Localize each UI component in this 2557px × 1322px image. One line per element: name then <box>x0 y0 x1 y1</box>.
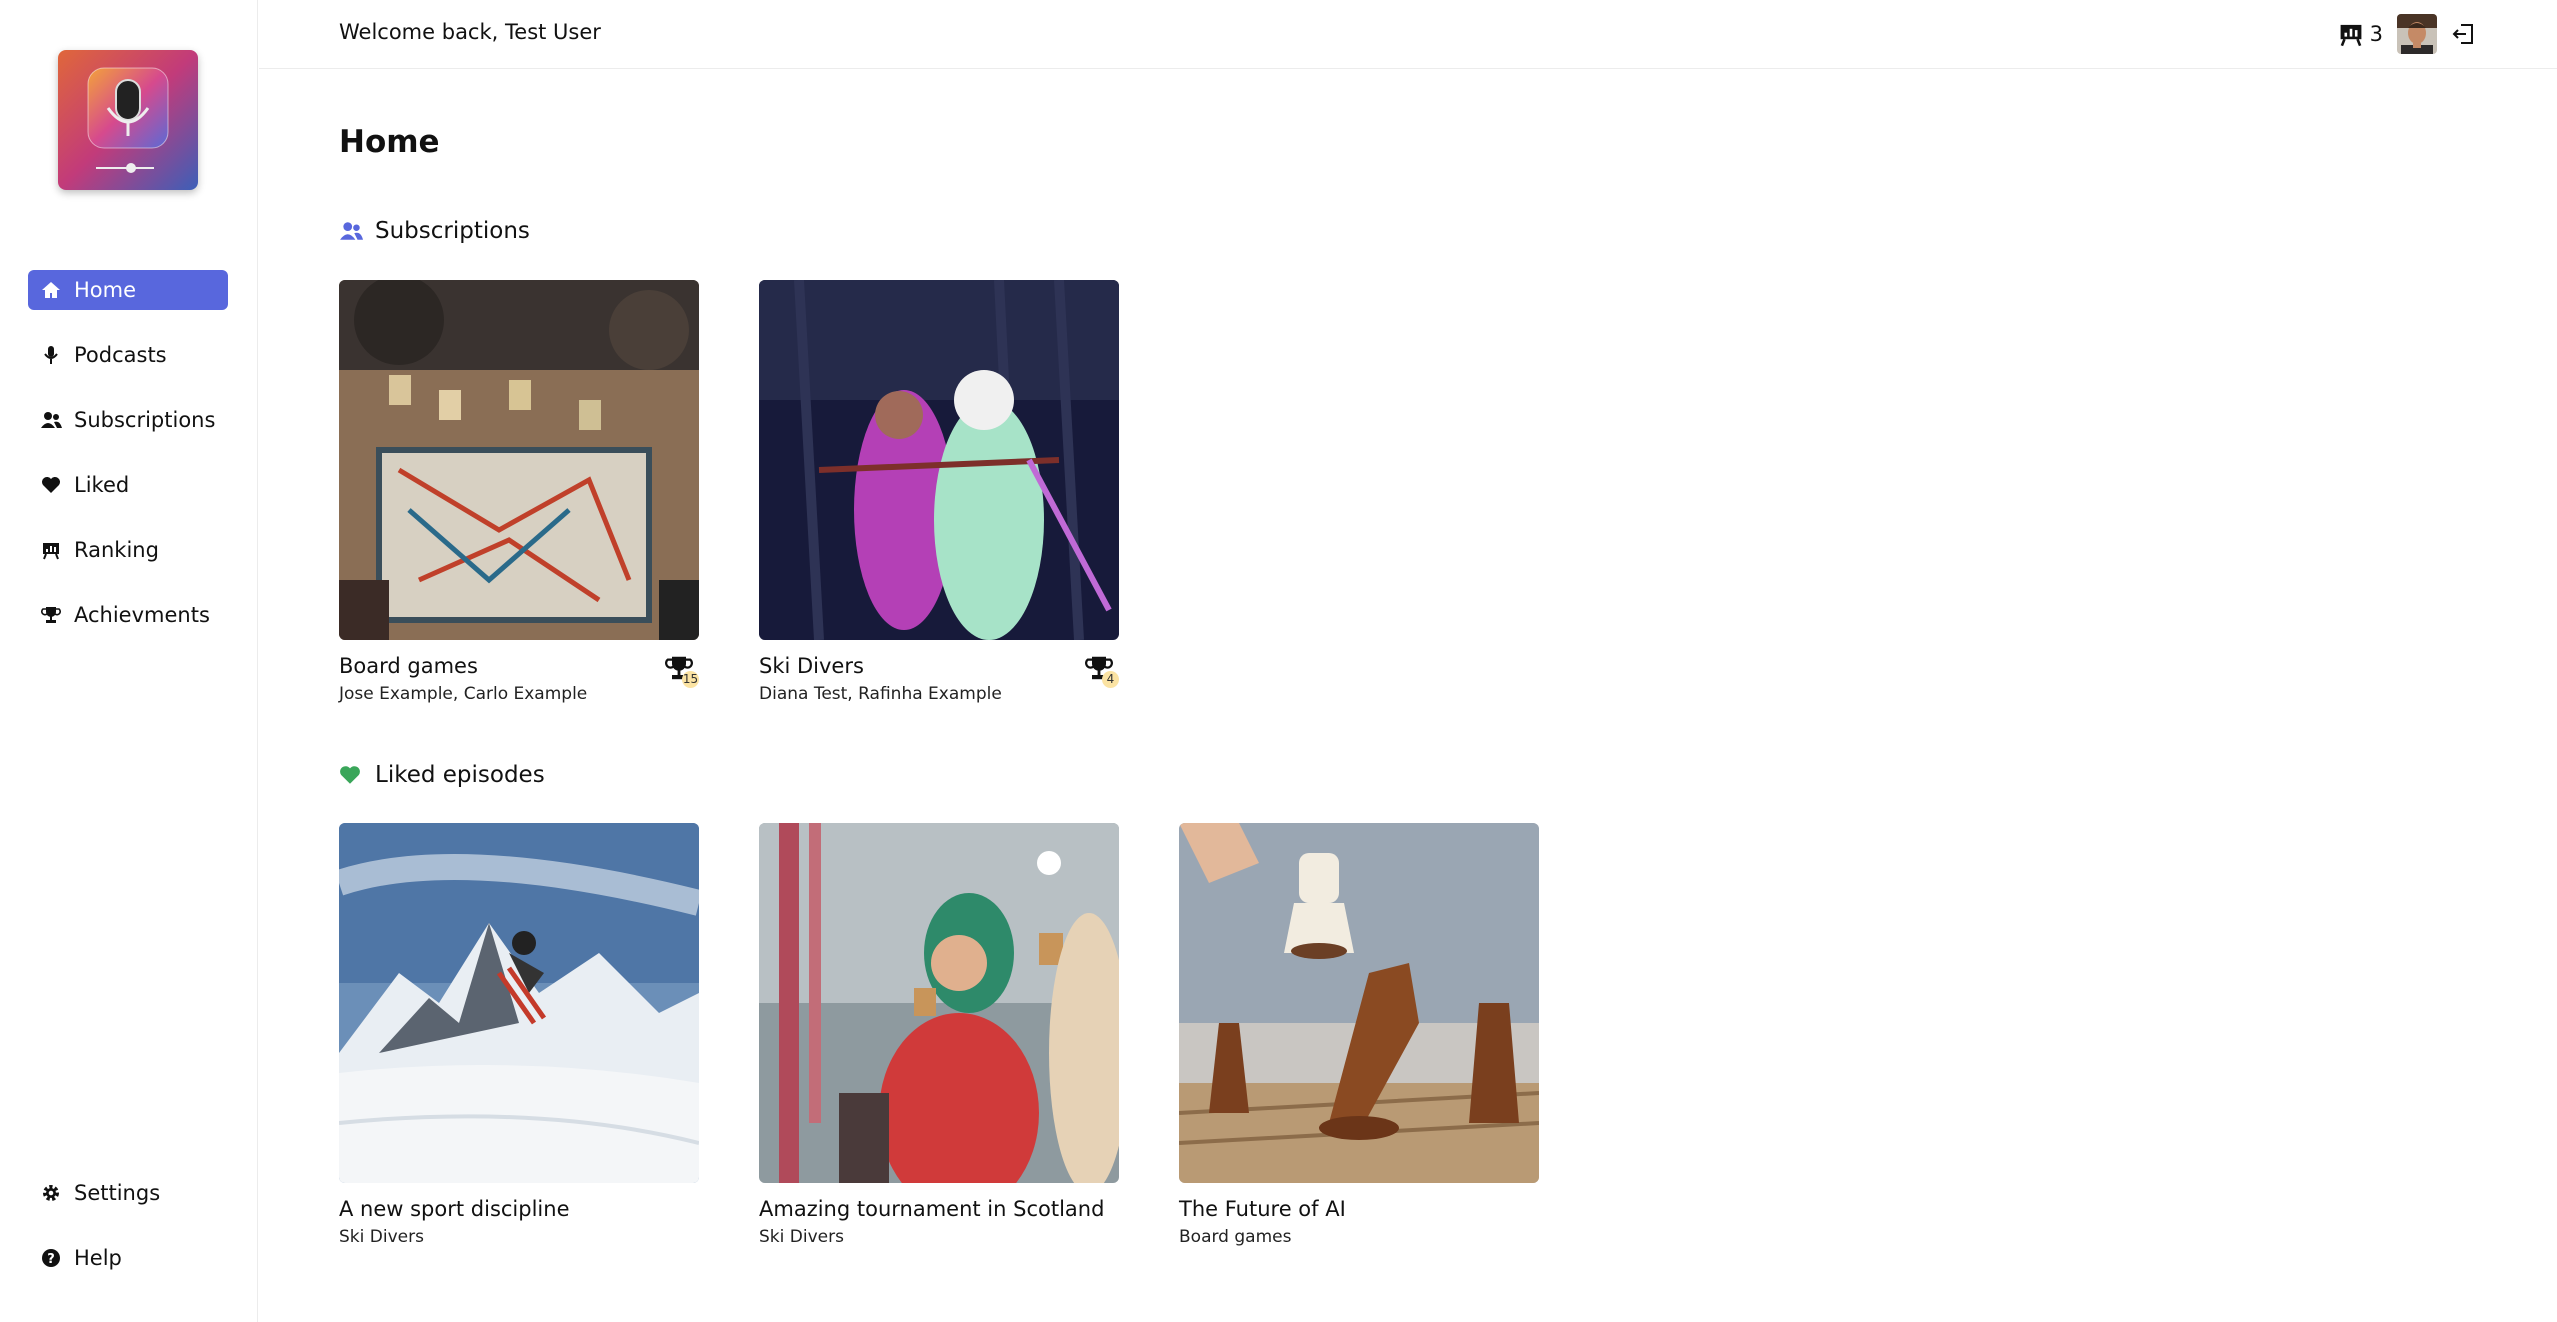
heart-icon <box>40 474 62 496</box>
card-title: The Future of AI <box>1179 1197 1346 1221</box>
heart-icon <box>339 764 363 786</box>
podcast-cover[interactable] <box>339 280 699 640</box>
trophy-badge: 4 <box>1085 654 1119 688</box>
sidebar-item-label: Ranking <box>74 538 159 562</box>
sidebar-item-podcasts[interactable]: Podcasts <box>28 335 228 375</box>
episode-card[interactable]: A new sport discipline Ski Divers <box>339 823 699 1247</box>
bottom-nav: Settings ? Help <box>28 1173 228 1303</box>
top-bar: Welcome back, Test User 3 <box>259 0 2557 69</box>
welcome-message: Welcome back, Test User <box>339 20 601 44</box>
sidebar-item-settings[interactable]: Settings <box>28 1173 228 1213</box>
main-nav: Home Podcasts Subscriptions Liked Rankin… <box>28 270 228 660</box>
page-title: Home <box>339 124 440 160</box>
card-subtitle: Ski Divers <box>339 1227 424 1247</box>
home-icon <box>40 279 62 301</box>
trophy-count: 4 <box>1102 671 1119 688</box>
logout-icon[interactable] <box>2451 21 2477 47</box>
users-icon <box>339 220 363 242</box>
sidebar-item-label: Achievments <box>74 603 210 627</box>
trophy-icon <box>40 604 62 626</box>
users-icon <box>40 409 62 431</box>
trophy-count: 15 <box>682 671 699 688</box>
app-logo[interactable] <box>58 50 198 190</box>
section-title: Liked episodes <box>375 762 545 788</box>
subscription-card[interactable]: Board games Jose Example, Carlo Example … <box>339 280 699 704</box>
episode-cover[interactable] <box>1179 823 1539 1183</box>
episode-card[interactable]: Amazing tournament in Scotland Ski Diver… <box>759 823 1119 1247</box>
card-subtitle: Jose Example, Carlo Example <box>339 684 588 704</box>
sidebar-item-label: Help <box>74 1246 122 1270</box>
microphone-icon <box>40 344 62 366</box>
card-title: A new sport discipline <box>339 1197 570 1221</box>
card-title: Ski Divers <box>759 654 864 678</box>
section-title: Subscriptions <box>375 218 530 244</box>
sidebar-item-home[interactable]: Home <box>28 270 228 310</box>
ranking-icon <box>40 539 62 561</box>
card-subtitle: Ski Divers <box>759 1227 844 1247</box>
rank-count: 3 <box>2369 22 2383 46</box>
sidebar-item-help[interactable]: ? Help <box>28 1238 228 1278</box>
welcome-prefix: Welcome back, <box>339 20 499 44</box>
ranking-indicator[interactable]: 3 <box>2338 21 2383 47</box>
sidebar-item-label: Home <box>74 278 137 302</box>
sidebar-item-subscriptions[interactable]: Subscriptions <box>28 400 228 440</box>
ranking-icon <box>2338 21 2364 47</box>
liked-heading: Liked episodes <box>339 762 545 788</box>
card-subtitle: Diana Test, Rafinha Example <box>759 684 1002 704</box>
subscription-card[interactable]: Ski Divers Diana Test, Rafinha Example 4 <box>759 280 1119 704</box>
user-name: Test User <box>505 20 601 44</box>
card-title: Board games <box>339 654 478 678</box>
help-icon: ? <box>40 1247 62 1269</box>
top-actions: 3 <box>2338 14 2477 54</box>
card-subtitle: Board games <box>1179 1227 1292 1247</box>
podcast-cover[interactable] <box>759 280 1119 640</box>
episode-card[interactable]: The Future of AI Board games <box>1179 823 1539 1247</box>
trophy-badge: 15 <box>665 654 699 688</box>
sidebar-item-label: Podcasts <box>74 343 167 367</box>
avatar[interactable] <box>2397 14 2437 54</box>
sidebar-item-label: Settings <box>74 1181 161 1205</box>
sidebar: Home Podcasts Subscriptions Liked Rankin… <box>0 0 258 1322</box>
gear-icon <box>40 1182 62 1204</box>
sidebar-item-ranking[interactable]: Ranking <box>28 530 228 570</box>
episode-cover[interactable] <box>759 823 1119 1183</box>
sidebar-item-achievments[interactable]: Achievments <box>28 595 228 635</box>
svg-text:?: ? <box>47 1252 55 1267</box>
sidebar-item-label: Subscriptions <box>74 408 216 432</box>
subscriptions-heading: Subscriptions <box>339 218 530 244</box>
episode-cover[interactable] <box>339 823 699 1183</box>
card-title: Amazing tournament in Scotland <box>759 1197 1105 1221</box>
sidebar-item-label: Liked <box>74 473 130 497</box>
sidebar-item-liked[interactable]: Liked <box>28 465 228 505</box>
